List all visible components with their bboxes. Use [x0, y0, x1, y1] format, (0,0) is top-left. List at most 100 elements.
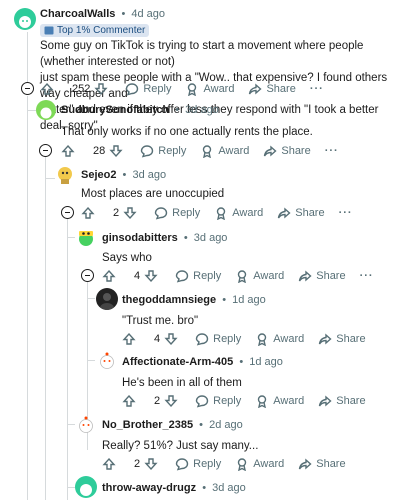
- comment-time[interactable]: 3d ago: [132, 169, 166, 181]
- more-options-button[interactable]: ···: [325, 145, 339, 157]
- reply-button[interactable]: Reply: [195, 394, 241, 408]
- avatar[interactable]: [55, 163, 75, 185]
- award-button[interactable]: Award: [255, 394, 304, 408]
- avatar[interactable]: [96, 350, 118, 372]
- downvote-button[interactable]: [144, 457, 161, 471]
- comment-bubble-icon: [195, 333, 209, 346]
- reply-button[interactable]: Reply: [175, 269, 221, 283]
- collapse-thread-toggle[interactable]: [81, 269, 94, 282]
- downvote-button[interactable]: [94, 82, 111, 96]
- reply-button[interactable]: Reply: [154, 206, 200, 220]
- upvote-button[interactable]: [61, 144, 78, 158]
- thread-connector: [67, 487, 75, 488]
- upvote-button[interactable]: [102, 457, 119, 471]
- award-button[interactable]: Award: [255, 332, 304, 346]
- downvote-button[interactable]: [123, 206, 140, 220]
- share-label: Share: [295, 207, 325, 219]
- reply-button[interactable]: Reply: [195, 332, 241, 346]
- upvote-icon: [122, 332, 136, 345]
- downvote-button[interactable]: [109, 144, 126, 158]
- award-button[interactable]: Award: [235, 269, 284, 283]
- separator-dot: •: [121, 8, 126, 20]
- reply-button[interactable]: Reply: [125, 82, 171, 96]
- collapse-thread-toggle[interactable]: [39, 144, 52, 157]
- thread-line[interactable]: [45, 155, 46, 500]
- share-button[interactable]: Share: [298, 269, 346, 283]
- comment-actions: 4 Reply Award Share ···: [102, 268, 388, 284]
- downvote-icon: [164, 395, 178, 408]
- award-button[interactable]: Award: [235, 457, 284, 471]
- avatar[interactable]: [96, 288, 118, 310]
- vote-count: 2: [113, 207, 120, 219]
- author-name[interactable]: CharcoalWalls: [40, 8, 115, 20]
- collapse-thread-toggle[interactable]: [21, 82, 34, 95]
- author-name[interactable]: ginsodabitters: [102, 232, 178, 244]
- upvote-button[interactable]: [40, 82, 57, 96]
- share-button[interactable]: Share: [318, 332, 366, 346]
- author-name[interactable]: throw-away-drugz: [102, 482, 196, 494]
- more-options-button[interactable]: ···: [360, 270, 374, 282]
- downvote-button[interactable]: [144, 269, 161, 283]
- more-options-button[interactable]: ···: [310, 83, 324, 95]
- comment-body-line: Most places are unoccupied: [81, 188, 225, 200]
- comment-time[interactable]: 4d ago: [131, 8, 165, 20]
- share-button[interactable]: Share: [277, 206, 325, 220]
- author-name[interactable]: thegoddamnsiege: [122, 294, 216, 306]
- thread-line[interactable]: [67, 216, 68, 500]
- comment-bubble-icon: [175, 458, 189, 471]
- collapse-thread-toggle[interactable]: [61, 206, 74, 219]
- avatar[interactable]: [14, 8, 36, 30]
- share-label: Share: [336, 395, 366, 407]
- share-icon: [319, 395, 332, 407]
- avatar[interactable]: [75, 476, 97, 498]
- comment-bubble-icon: [141, 145, 154, 158]
- share-button[interactable]: Share: [298, 457, 346, 471]
- reply-button[interactable]: Reply: [175, 457, 221, 471]
- avatar[interactable]: [36, 100, 56, 120]
- upvote-icon: [122, 394, 136, 407]
- more-options-button[interactable]: ···: [339, 207, 353, 219]
- share-icon: [249, 83, 263, 95]
- reply-label: Reply: [193, 270, 222, 282]
- upvote-button[interactable]: [122, 394, 139, 408]
- award-icon: [217, 207, 226, 220]
- upvote-icon: [102, 269, 116, 282]
- share-label: Share: [266, 83, 296, 95]
- share-button[interactable]: Share: [318, 394, 366, 408]
- award-button[interactable]: Award: [185, 82, 234, 96]
- upvote-button[interactable]: [122, 332, 139, 346]
- comment-time[interactable]: 2d ago: [209, 419, 243, 431]
- thread-connector: [87, 298, 95, 299]
- comment-time[interactable]: 3d ago: [194, 232, 228, 244]
- author-name[interactable]: Affectionate-Arm-405: [122, 356, 233, 368]
- reply-button[interactable]: Reply: [140, 144, 186, 158]
- comment-time[interactable]: 1d ago: [232, 294, 266, 306]
- award-button[interactable]: Award: [214, 206, 263, 220]
- share-button[interactable]: Share: [248, 82, 296, 96]
- downvote-button[interactable]: [164, 332, 181, 346]
- avatar[interactable]: [75, 414, 97, 436]
- share-button[interactable]: Share: [263, 144, 311, 158]
- thread-connector: [67, 237, 75, 238]
- comment-body-line: That only works if no one actually rents…: [61, 126, 313, 138]
- comment-time[interactable]: 1d ago: [249, 356, 283, 368]
- comment-author-line: Sejeo2 • 3d ago: [81, 169, 166, 181]
- thread-connector: [27, 110, 36, 111]
- upvote-button[interactable]: [81, 206, 98, 220]
- downvote-icon: [109, 145, 123, 158]
- comment-author-line: Affectionate-Arm-405 • 1d ago: [122, 356, 283, 368]
- comment-time[interactable]: 3d ago: [212, 482, 246, 494]
- award-label: Award: [273, 333, 305, 345]
- thread-line[interactable]: [27, 96, 28, 500]
- upvote-button[interactable]: [102, 269, 119, 283]
- comment-time[interactable]: 3d ago: [185, 104, 219, 116]
- author-name[interactable]: No_Brother_2385: [102, 419, 193, 431]
- avatar[interactable]: [75, 226, 97, 248]
- downvote-icon: [164, 333, 178, 346]
- comment-bubble-icon: [126, 83, 139, 96]
- downvote-button[interactable]: [164, 394, 181, 408]
- comment-bubble-icon: [175, 270, 189, 283]
- award-button[interactable]: Award: [200, 144, 249, 158]
- author-name[interactable]: Sejeo2: [81, 169, 116, 181]
- author-name[interactable]: SudburySonofabitch: [61, 104, 169, 116]
